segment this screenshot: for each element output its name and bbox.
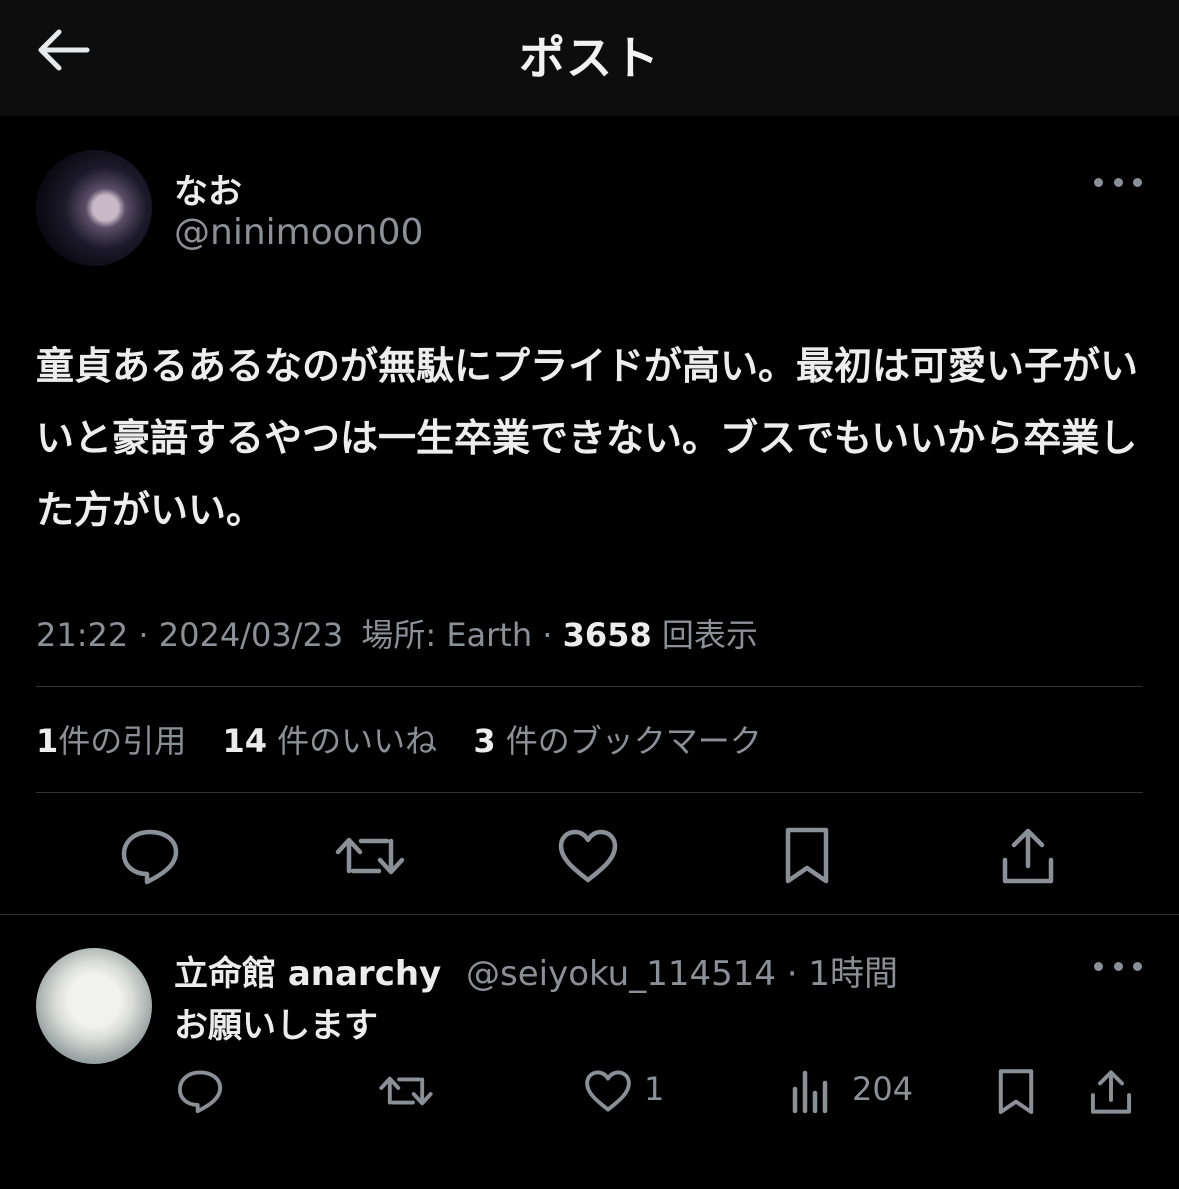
author-avatar[interactable]: [36, 150, 152, 266]
reply-reply-button[interactable]: [172, 1064, 228, 1118]
reply-bookmark-button[interactable]: [990, 1064, 1042, 1120]
tweet-date[interactable]: 2024/03/23: [159, 616, 343, 654]
reply-views-count: 204: [852, 1070, 914, 1108]
retweet-icon: [335, 837, 405, 875]
bookmarks-label: 件のブックマーク: [505, 722, 762, 760]
dot-icon: [1113, 961, 1123, 971]
reply-icon: [177, 1070, 223, 1114]
dot-icon: [1094, 961, 1103, 971]
bookmarks-count: 3: [473, 722, 496, 760]
reply-share-button[interactable]: [1084, 1064, 1138, 1120]
reply-author-handle: @seiyoku_114514 · 1時間: [466, 946, 898, 995]
divider: [36, 792, 1143, 793]
likes-label: 件のいいね: [277, 722, 438, 760]
reply-handle[interactable]: @seiyoku_114514: [466, 954, 776, 994]
likes-count: 14: [222, 722, 267, 760]
reply-button[interactable]: [112, 820, 188, 892]
retweet-icon: [379, 1076, 433, 1106]
engagement-stats: 1件の引用 14 件のいいね 3 件のブックマーク: [36, 716, 788, 762]
separator: ·: [542, 616, 553, 654]
top-navigation-bar: ポスト: [0, 0, 1179, 116]
reply-views-button[interactable]: [786, 1064, 836, 1118]
separator: ·: [138, 616, 149, 654]
analytics-icon: [792, 1070, 828, 1113]
dot-icon: [1133, 177, 1142, 187]
location-value: Earth: [446, 616, 533, 654]
heart-icon: [585, 1070, 631, 1112]
reply-author-name[interactable]: 立命館 anarchy: [174, 946, 441, 995]
reply-author-avatar[interactable]: [36, 948, 152, 1064]
share-icon: [1090, 1070, 1132, 1114]
quotes-label: 件の引用: [58, 722, 187, 760]
reply-like-button[interactable]: [580, 1064, 636, 1118]
location-label: 場所:: [361, 616, 437, 654]
reply-retweet-button[interactable]: [376, 1064, 436, 1118]
tweet-text: 童貞あるあるなのが無駄にプライドが高い。最初は可愛い子がいいと豪語するやつは一生…: [36, 344, 1139, 532]
more-options-button[interactable]: [1094, 170, 1142, 194]
like-button[interactable]: [550, 820, 626, 892]
dot-icon: [1094, 177, 1103, 187]
bookmark-icon: [785, 827, 829, 884]
share-button[interactable]: [990, 820, 1066, 892]
bookmark-button[interactable]: [772, 820, 842, 892]
bookmarks-stat[interactable]: 3 件のブックマーク: [473, 716, 761, 762]
retweet-button[interactable]: [330, 820, 410, 892]
author-name[interactable]: なお: [174, 164, 242, 213]
views-label: 回表示: [661, 616, 758, 654]
author-handle[interactable]: @ninimoon00: [174, 212, 423, 253]
share-icon: [1002, 828, 1054, 884]
quotes-stat[interactable]: 1件の引用: [36, 716, 186, 762]
reply-icon: [121, 829, 179, 885]
separator: ·: [786, 954, 798, 994]
dot-icon: [1113, 177, 1123, 187]
page-title: ポスト: [519, 31, 660, 85]
divider: [36, 686, 1143, 687]
quotes-count: 1: [36, 722, 59, 760]
bookmark-icon: [998, 1069, 1034, 1114]
views-count[interactable]: 3658: [563, 616, 652, 654]
reply-more-options-button[interactable]: [1094, 954, 1142, 978]
reply-like-count: 1: [644, 1070, 665, 1108]
reply-time[interactable]: 1時間: [808, 954, 898, 994]
divider: [0, 914, 1179, 915]
tweet-meta: 21:22 · 2024/03/23 場所: Earth · 3658 回表示: [36, 610, 758, 656]
dot-icon: [1133, 961, 1142, 971]
likes-stat[interactable]: 14 件のいいね: [222, 716, 437, 762]
heart-icon: [558, 829, 618, 883]
tweet-time[interactable]: 21:22: [36, 616, 128, 654]
reply-text: お願いします: [174, 1006, 378, 1046]
